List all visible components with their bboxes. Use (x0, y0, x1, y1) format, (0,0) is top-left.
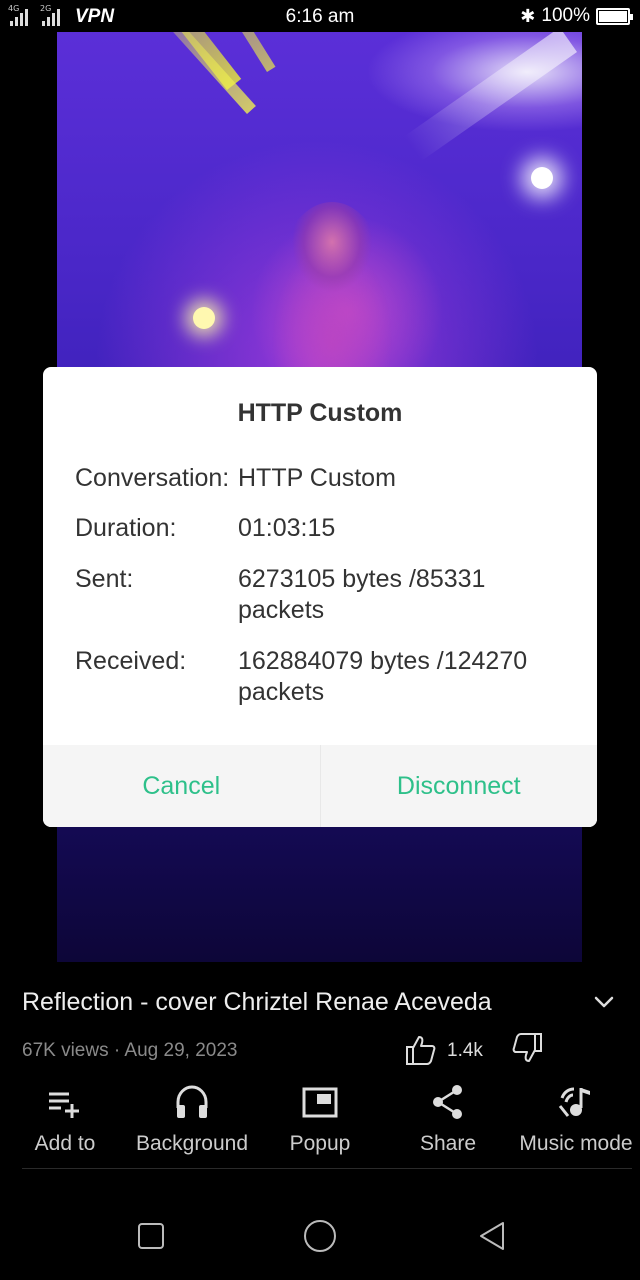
sent-key: Sent: (75, 565, 134, 593)
recents-square-icon[interactable] (131, 1216, 171, 1256)
battery-icon (596, 7, 633, 25)
status-bar: 4G 2G VPN 6:16 am ✱ 100% (0, 0, 640, 32)
duration-value: 01:03:15 (238, 514, 336, 542)
battery-percent: 100% (541, 5, 590, 26)
home-circle-icon[interactable] (300, 1216, 340, 1256)
disconnect-dialog: HTTP Custom Conversation: HTTP Custom Du… (43, 367, 597, 827)
navigation-bar (0, 1196, 640, 1280)
dialog-title: HTTP Custom (237, 399, 403, 427)
received-key: Received: (75, 647, 187, 675)
back-triangle-icon[interactable] (472, 1216, 512, 1256)
cancel-button[interactable]: Cancel (43, 745, 320, 827)
received-value: 162884079 bytes /124270 packets (238, 647, 528, 706)
dialog-button-bar: Cancel Disconnect (43, 745, 597, 827)
disconnect-button[interactable]: Disconnect (319, 745, 598, 827)
bluetooth-icon: ✱ (520, 5, 536, 26)
conversation-value: HTTP Custom (238, 464, 396, 492)
duration-key: Duration: (75, 514, 177, 542)
conversation-key: Conversation: (75, 464, 230, 492)
sent-value: 6273105 bytes /85331 packets (238, 565, 486, 624)
